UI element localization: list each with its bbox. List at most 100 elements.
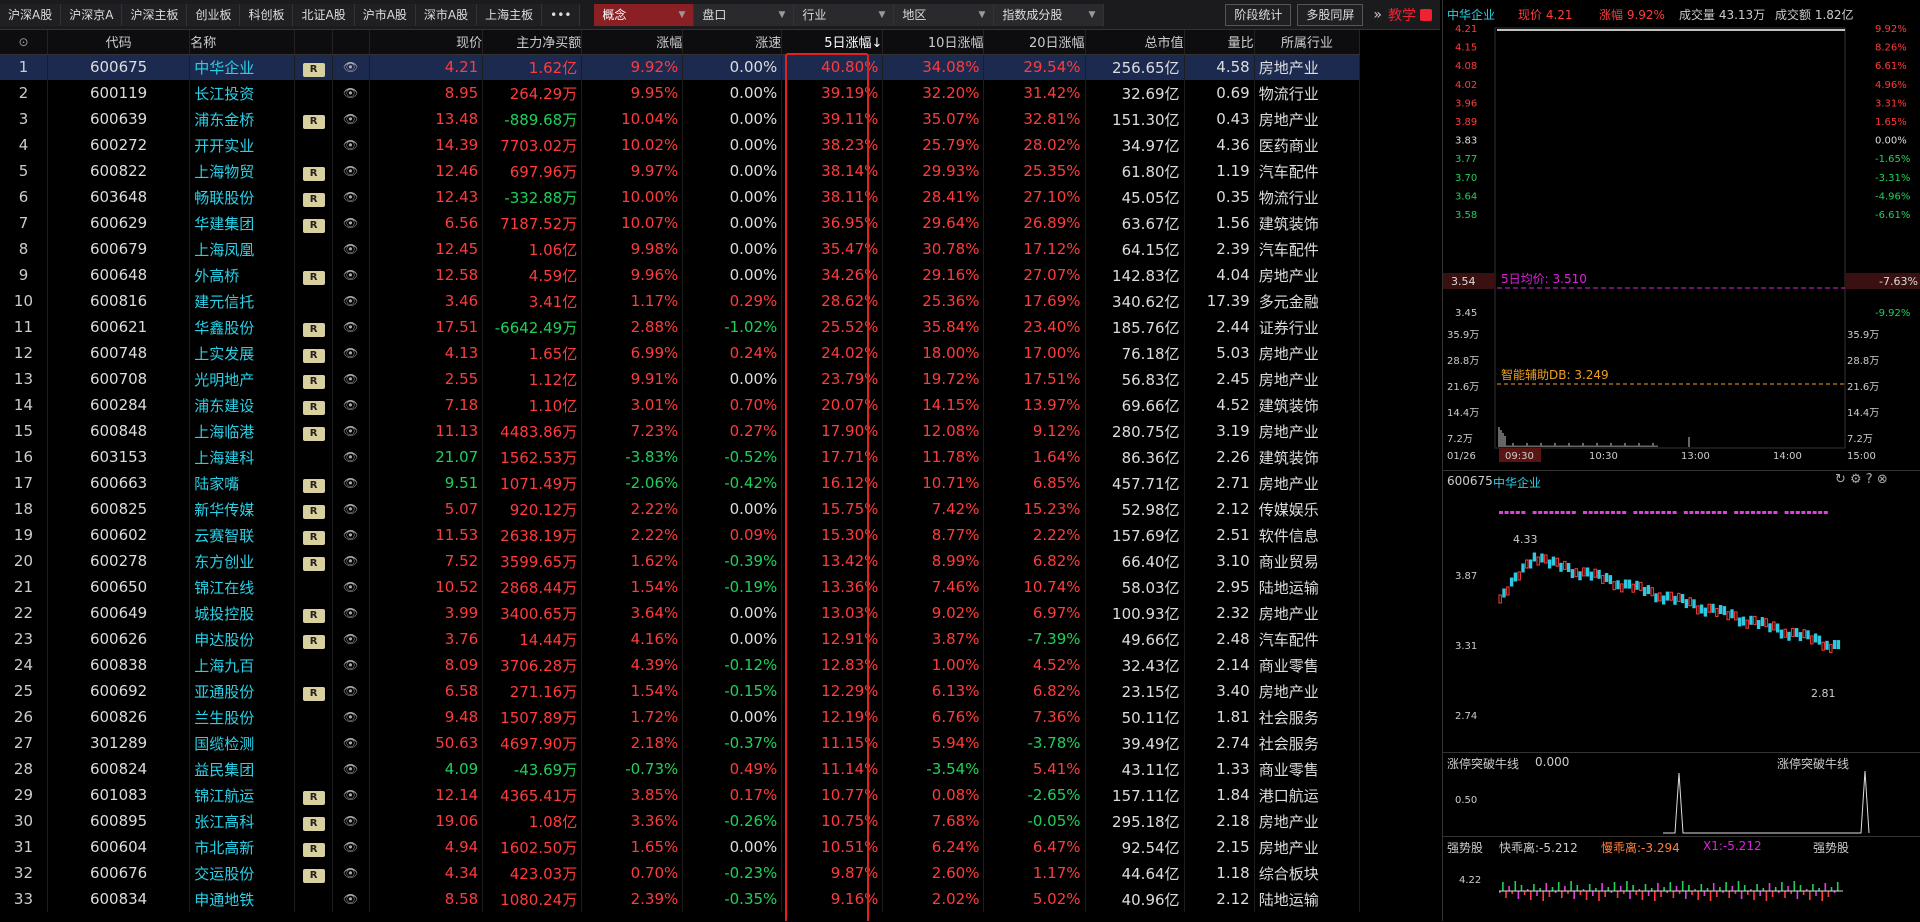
table-row[interactable]: 25 600692 亚通股份 R 👁 6.58 271.16万 1.54% -0.15% 12.2… xyxy=(0,678,1361,704)
r-badge-icon[interactable]: R xyxy=(302,504,325,519)
eye-icon[interactable]: 👁 xyxy=(332,314,370,340)
eye-icon[interactable]: 👁 xyxy=(332,782,370,808)
column-header[interactable]: 量比 xyxy=(1184,30,1255,55)
r-badge-icon[interactable]: R xyxy=(302,816,325,831)
eye-icon[interactable]: 👁 xyxy=(332,704,370,730)
eye-icon[interactable]: 👁 xyxy=(332,626,370,652)
table-row[interactable]: 29 601083 锦江航运 R 👁 12.14 4365.41万 3.85% 0.17% 10.… xyxy=(0,782,1361,808)
eye-icon[interactable]: 👁 xyxy=(332,886,370,912)
eye-icon[interactable]: 👁 xyxy=(332,106,370,132)
eye-icon[interactable]: 👁 xyxy=(332,860,370,886)
column-header[interactable]: 涨幅 xyxy=(581,30,684,55)
multi-stock-button[interactable]: 多股同屏 xyxy=(1297,3,1364,26)
filter-dropdown[interactable]: 地区 ▼ xyxy=(894,3,995,26)
settings-icon[interactable]: ⊙ xyxy=(0,30,48,55)
eye-icon[interactable]: 👁 xyxy=(332,210,370,236)
table-row[interactable]: 16 603153 上海建科 👁 21.07 1562.53万 -3.83% -0.52% 17… xyxy=(0,444,1361,470)
eye-icon[interactable]: 👁 xyxy=(332,262,370,288)
table-row[interactable]: 4 600272 开开实业 👁 14.39 7703.02万 10.02% 0.00% 38.2… xyxy=(0,132,1361,158)
table-row[interactable]: 24 600838 上海九百 👁 8.09 3706.28万 4.39% -0.12% 12.8… xyxy=(0,652,1361,678)
table-row[interactable]: 20 600278 东方创业 R 👁 7.52 3599.65万 1.62% -0.39% 13.… xyxy=(0,548,1361,574)
market-tab[interactable]: 科创板 xyxy=(240,3,294,26)
column-header[interactable]: 20日涨幅 xyxy=(983,30,1086,55)
eye-icon[interactable]: 👁 xyxy=(332,834,370,860)
eye-icon[interactable]: 👁 xyxy=(332,236,370,262)
eye-icon[interactable]: 👁 xyxy=(332,54,370,80)
r-badge-icon[interactable]: R xyxy=(302,478,325,493)
column-header[interactable]: 所属行业 xyxy=(1254,30,1361,55)
r-badge-icon[interactable]: R xyxy=(302,686,325,701)
table-row[interactable]: 3 600639 浦东金桥 R 👁 13.48 -889.68万 10.04% 0.00% 39.… xyxy=(0,106,1361,132)
column-header[interactable]: 名称 xyxy=(189,30,296,55)
eye-icon[interactable]: 👁 xyxy=(332,548,370,574)
r-badge-icon[interactable]: R xyxy=(302,166,325,181)
market-tab[interactable]: 北证A股 xyxy=(293,3,355,26)
eye-icon[interactable]: 👁 xyxy=(332,756,370,782)
market-tab[interactable]: 沪深A股 xyxy=(0,3,62,26)
r-badge-icon[interactable]: R xyxy=(302,634,325,649)
table-row[interactable]: 8 600679 上海凤凰 👁 12.45 1.06亿 9.98% 0.00% 35.47% 30… xyxy=(0,236,1361,262)
column-header[interactable] xyxy=(294,30,333,55)
eye-icon[interactable]: 👁 xyxy=(332,470,370,496)
r-badge-icon[interactable]: R xyxy=(302,348,325,363)
column-header[interactable]: 总市值 xyxy=(1085,30,1185,55)
r-badge-icon[interactable]: R xyxy=(302,868,325,883)
table-row[interactable]: 18 600825 新华传媒 R 👁 5.07 920.12万 2.22% 0.00% 15.75… xyxy=(0,496,1361,522)
column-header[interactable]: 代码 xyxy=(47,30,191,55)
table-row[interactable]: 19 600602 云赛智联 R 👁 11.53 2638.19万 2.22% 0.09% 15.… xyxy=(0,522,1361,548)
r-badge-icon[interactable]: R xyxy=(302,192,325,207)
column-header[interactable] xyxy=(332,30,370,55)
r-badge-icon[interactable]: R xyxy=(302,842,325,857)
table-row[interactable]: 22 600649 城投控股 R 👁 3.99 3400.65万 3.64% 0.00% 13.0… xyxy=(0,600,1361,626)
r-badge-icon[interactable]: R xyxy=(302,608,325,623)
table-row[interactable]: 1 600675 中华企业 R 👁 4.21 1.62亿 9.92% 0.00% 40.80% 34… xyxy=(0,54,1361,80)
column-header[interactable]: 主力净买额 xyxy=(482,30,583,55)
table-row[interactable]: 33 600834 申通地铁 👁 8.58 1080.24万 2.39% -0.35% 9.16… xyxy=(0,886,1361,912)
table-row[interactable]: 17 600663 陆家嘴 R 👁 9.51 1071.49万 -2.06% -0.42% 16.… xyxy=(0,470,1361,496)
column-header[interactable]: 涨速 xyxy=(682,30,783,55)
table-row[interactable]: 27 301289 国缆检测 👁 50.63 4697.90万 2.18% -0.37% 11.… xyxy=(0,730,1361,756)
r-badge-icon[interactable]: R xyxy=(302,322,325,337)
r-badge-icon[interactable]: R xyxy=(302,270,325,285)
eye-icon[interactable]: 👁 xyxy=(332,366,370,392)
r-badge-icon[interactable]: R xyxy=(302,530,325,545)
eye-icon[interactable]: 👁 xyxy=(332,340,370,366)
eye-icon[interactable]: 👁 xyxy=(332,730,370,756)
filter-dropdown[interactable]: 指数成分股 ▼ xyxy=(994,3,1105,26)
eye-icon[interactable]: 👁 xyxy=(332,418,370,444)
table-row[interactable]: 7 600629 华建集团 R 👁 6.56 7187.52万 10.07% 0.00% 36.9… xyxy=(0,210,1361,236)
r-badge-icon[interactable]: R xyxy=(302,400,325,415)
eye-icon[interactable]: 👁 xyxy=(332,288,370,314)
market-tab[interactable]: 上海主板 xyxy=(477,3,543,26)
eye-icon[interactable]: 👁 xyxy=(332,574,370,600)
eye-icon[interactable]: 👁 xyxy=(332,392,370,418)
table-row[interactable]: 2 600119 长江投资 👁 8.95 264.29万 9.95% 0.00% 39.19% 3… xyxy=(0,80,1361,106)
column-header[interactable]: 5日涨幅↓ xyxy=(781,30,884,55)
market-tab[interactable]: 沪深京A xyxy=(61,3,123,26)
check-icon[interactable] xyxy=(1420,8,1432,21)
market-tab[interactable]: 沪深主板 xyxy=(122,3,188,26)
eye-icon[interactable]: 👁 xyxy=(332,678,370,704)
eye-icon[interactable]: 👁 xyxy=(332,652,370,678)
table-row[interactable]: 26 600826 兰生股份 👁 9.48 1507.89万 1.72% 0.00% 12.19… xyxy=(0,704,1361,730)
column-header[interactable]: 10日涨幅 xyxy=(882,30,985,55)
double-chevron-icon[interactable]: » xyxy=(1373,7,1382,23)
eye-icon[interactable]: 👁 xyxy=(332,158,370,184)
eye-icon[interactable]: 👁 xyxy=(332,132,370,158)
table-row[interactable]: 11 600621 华鑫股份 R 👁 17.51 -6642.49万 2.88% -1.02% 2… xyxy=(0,314,1361,340)
eye-icon[interactable]: 👁 xyxy=(332,184,370,210)
eye-icon[interactable]: 👁 xyxy=(332,80,370,106)
table-row[interactable]: 10 600816 建元信托 👁 3.46 3.41亿 1.17% 0.29% 28.62% 25… xyxy=(0,288,1361,314)
eye-icon[interactable]: 👁 xyxy=(332,808,370,834)
filter-dropdown[interactable]: 行业 ▼ xyxy=(794,3,895,26)
eye-icon[interactable]: 👁 xyxy=(332,444,370,470)
market-tab[interactable]: 创业板 xyxy=(187,3,241,26)
r-badge-icon[interactable]: R xyxy=(302,114,325,129)
r-badge-icon[interactable]: R xyxy=(302,62,325,77)
eye-icon[interactable]: 👁 xyxy=(332,600,370,626)
table-row[interactable]: 13 600708 光明地产 R 👁 2.55 1.12亿 9.91% 0.00% 23.79% 1… xyxy=(0,366,1361,392)
table-row[interactable]: 5 600822 上海物贸 R 👁 12.46 697.96万 9.97% 0.00% 38.14… xyxy=(0,158,1361,184)
r-badge-icon[interactable]: R xyxy=(302,790,325,805)
filter-dropdown[interactable]: 盘口 ▼ xyxy=(694,3,795,26)
eye-icon[interactable]: 👁 xyxy=(332,522,370,548)
